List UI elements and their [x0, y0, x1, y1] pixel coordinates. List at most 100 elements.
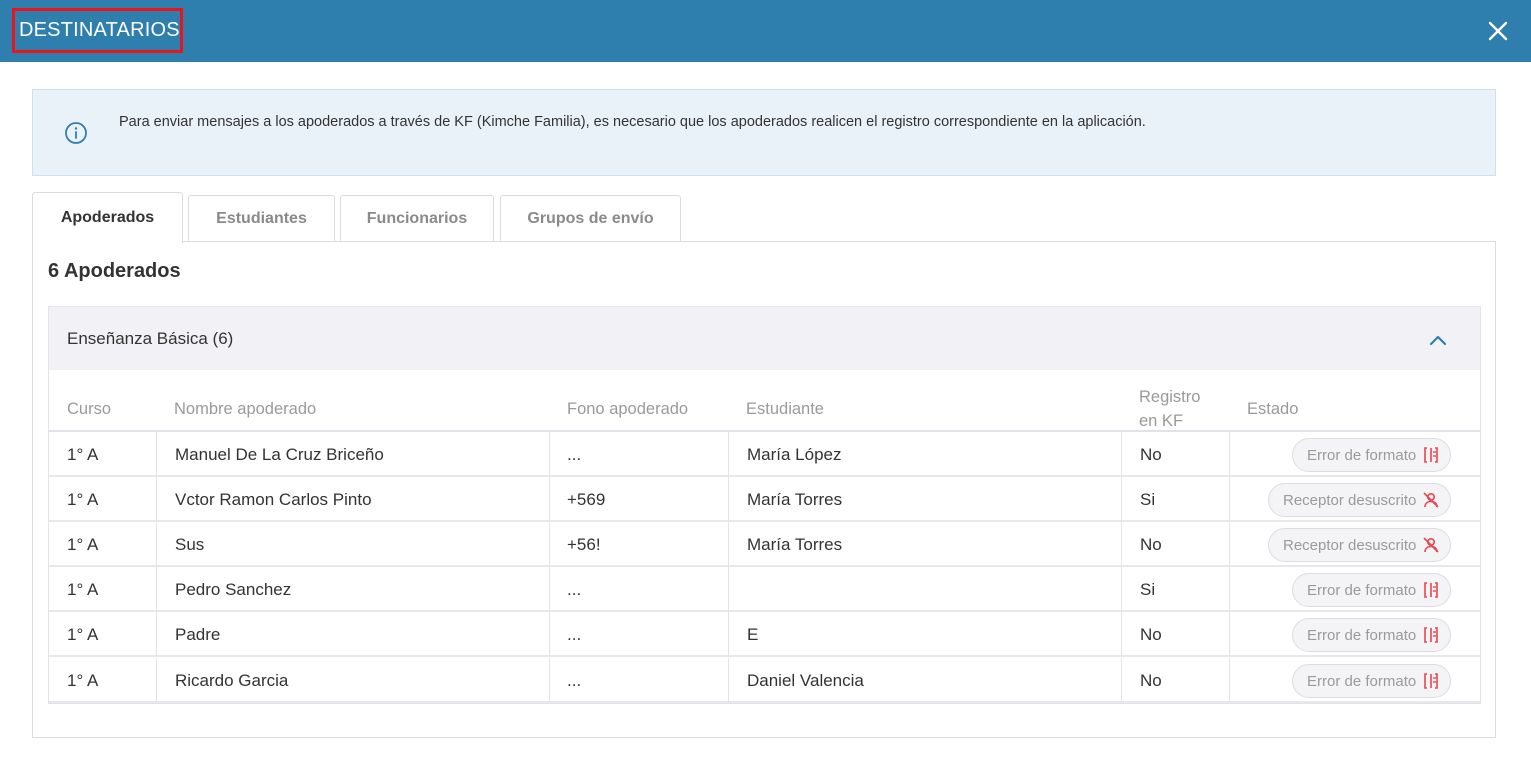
cell-nombre-apoderado: Manuel De La Cruz Briceño [175, 444, 384, 464]
cell-registro-kf: No [1140, 624, 1162, 644]
status-badge-label: Error de formato [1307, 672, 1417, 690]
column-divider [549, 522, 550, 567]
table-row: 1° A Vctor Ramon Carlos Pinto +569 María To… [49, 477, 1480, 522]
column-divider [156, 567, 157, 612]
cell-estudiante: María Torres [747, 534, 843, 554]
cell-curso: 1° A [67, 444, 99, 464]
tab-funcionarios[interactable]: Funcionarios [340, 195, 494, 242]
tab-apoderados[interactable]: Apoderados [32, 192, 183, 243]
accordion-title: Enseñanza Básica (6) [67, 328, 234, 348]
format-error-icon [1424, 627, 1439, 643]
column-divider [1229, 658, 1230, 703]
status-badge[interactable]: Receptor desuscrito [1268, 483, 1452, 517]
info-text: Para enviar mensajes a los apoderados a … [119, 114, 1146, 130]
recipient-tabs: Apoderados Estudiantes Funcionarios Grup… [32, 192, 732, 243]
column-divider [549, 432, 550, 477]
column-divider [728, 477, 729, 522]
cell-fono-apoderado: ... [567, 624, 582, 644]
table-row: 1° A Padre... E No Error de formato [49, 612, 1480, 657]
modal-header: DESTINATARIOS [0, 0, 1531, 62]
accordion-ensenanza-basica: Enseñanza Básica (6) Curso Nombre apoder… [48, 306, 1481, 704]
table-header: Curso Nombre apoderado Fono apoderado Es… [49, 370, 1480, 432]
tab-grupos-de-envio[interactable]: Grupos de envío [500, 195, 681, 242]
table-row: 1° A Sus +56! María Torres No Receptor desusc… [49, 522, 1480, 567]
cell-nombre-apoderado: Padre [175, 624, 221, 644]
column-divider [1121, 522, 1122, 567]
cell-fono-apoderado: +56! [567, 534, 601, 554]
status-badge-label: Error de formato [1307, 446, 1417, 464]
status-badge[interactable]: Error de formato [1292, 573, 1452, 607]
cell-estudiante: Daniel Valencia [747, 670, 864, 690]
column-divider [1229, 567, 1230, 612]
cell-nombre-apoderado: Vctor Ramon Carlos Pinto [175, 489, 372, 509]
column-divider [156, 522, 157, 567]
column-divider [728, 612, 729, 657]
info-icon [65, 122, 87, 144]
cell-estudiante: María López [747, 444, 842, 464]
header-fono-apoderado: Fono apoderado [567, 400, 689, 418]
column-divider [1121, 432, 1122, 477]
format-error-icon [1424, 673, 1439, 689]
column-divider [1229, 432, 1230, 477]
cell-estudiante: María Torres [747, 489, 843, 509]
cell-registro-kf: Si [1140, 489, 1156, 509]
status-badge-label: Receptor desuscrito [1283, 491, 1417, 509]
column-divider [156, 612, 157, 657]
column-divider [549, 477, 550, 522]
cell-nombre-apoderado: Ricardo Garcia [175, 670, 289, 690]
modal-title: DESTINATARIOS [19, 19, 180, 41]
cell-fono-apoderado: ... [567, 670, 582, 690]
status-badge[interactable]: Error de formato [1292, 664, 1452, 698]
cell-fono-apoderado: +569 [567, 489, 606, 509]
column-divider [1121, 567, 1122, 612]
header-curso: Curso [67, 400, 112, 418]
user-unsubscribed-icon [1423, 492, 1439, 508]
cell-registro-kf: No [1140, 444, 1162, 464]
cell-registro-kf: No [1140, 670, 1162, 690]
cell-estudiante: E [747, 624, 759, 644]
status-badge-label: Error de formato [1307, 626, 1417, 644]
table-row: 1° A Manuel De La Cruz Briceño... María Ló… [49, 432, 1480, 477]
column-divider [156, 477, 157, 522]
accordion-header[interactable]: Enseñanza Básica (6) [49, 307, 1480, 370]
cell-curso: 1° A [67, 624, 99, 644]
column-divider [728, 567, 729, 612]
status-badge[interactable]: Error de formato [1292, 438, 1452, 472]
cell-fono-apoderado: ... [567, 579, 582, 599]
modal-title-box: DESTINATARIOS [12, 8, 183, 53]
column-divider [1121, 612, 1122, 657]
close-button[interactable] [1484, 17, 1512, 45]
status-badge[interactable]: Error de formato [1292, 618, 1452, 652]
cell-registro-kf: No [1140, 534, 1162, 554]
column-divider [1121, 477, 1122, 522]
tab-estudiantes[interactable]: Estudiantes [188, 195, 335, 242]
status-badge-label: Receptor desuscrito [1283, 536, 1417, 554]
status-badge-label: Error de formato [1307, 581, 1417, 599]
header-estado: Estado [1247, 400, 1299, 418]
cell-nombre-apoderado: Sus [175, 534, 205, 554]
table-row: 1° A Ricardo Garcia... Daniel Valencia No Er… [49, 658, 1480, 703]
cell-curso: 1° A [67, 579, 99, 599]
column-divider [1121, 658, 1122, 703]
column-divider [1229, 522, 1230, 567]
column-divider [1229, 477, 1230, 522]
header-registro-kf-line2: en KF [1139, 412, 1184, 430]
column-divider [549, 567, 550, 612]
column-divider [549, 658, 550, 703]
cell-curso: 1° A [67, 489, 99, 509]
status-badge[interactable]: Receptor desuscrito [1268, 528, 1452, 562]
chevron-up-icon[interactable] [1427, 329, 1449, 351]
format-error-icon [1424, 447, 1439, 463]
apoderados-count-title: 6 Apoderados [48, 260, 181, 282]
cell-curso: 1° A [67, 534, 99, 554]
format-error-icon [1424, 582, 1439, 598]
column-divider [1229, 612, 1230, 657]
column-divider [728, 658, 729, 703]
column-divider [549, 612, 550, 657]
column-divider [156, 658, 157, 703]
close-icon [1488, 21, 1508, 41]
cell-registro-kf: Si [1140, 579, 1156, 599]
table-row: 1° A Pedro Sanchez... Si Error de formato [49, 567, 1480, 612]
column-divider [728, 432, 729, 477]
cell-fono-apoderado: ... [567, 444, 582, 464]
